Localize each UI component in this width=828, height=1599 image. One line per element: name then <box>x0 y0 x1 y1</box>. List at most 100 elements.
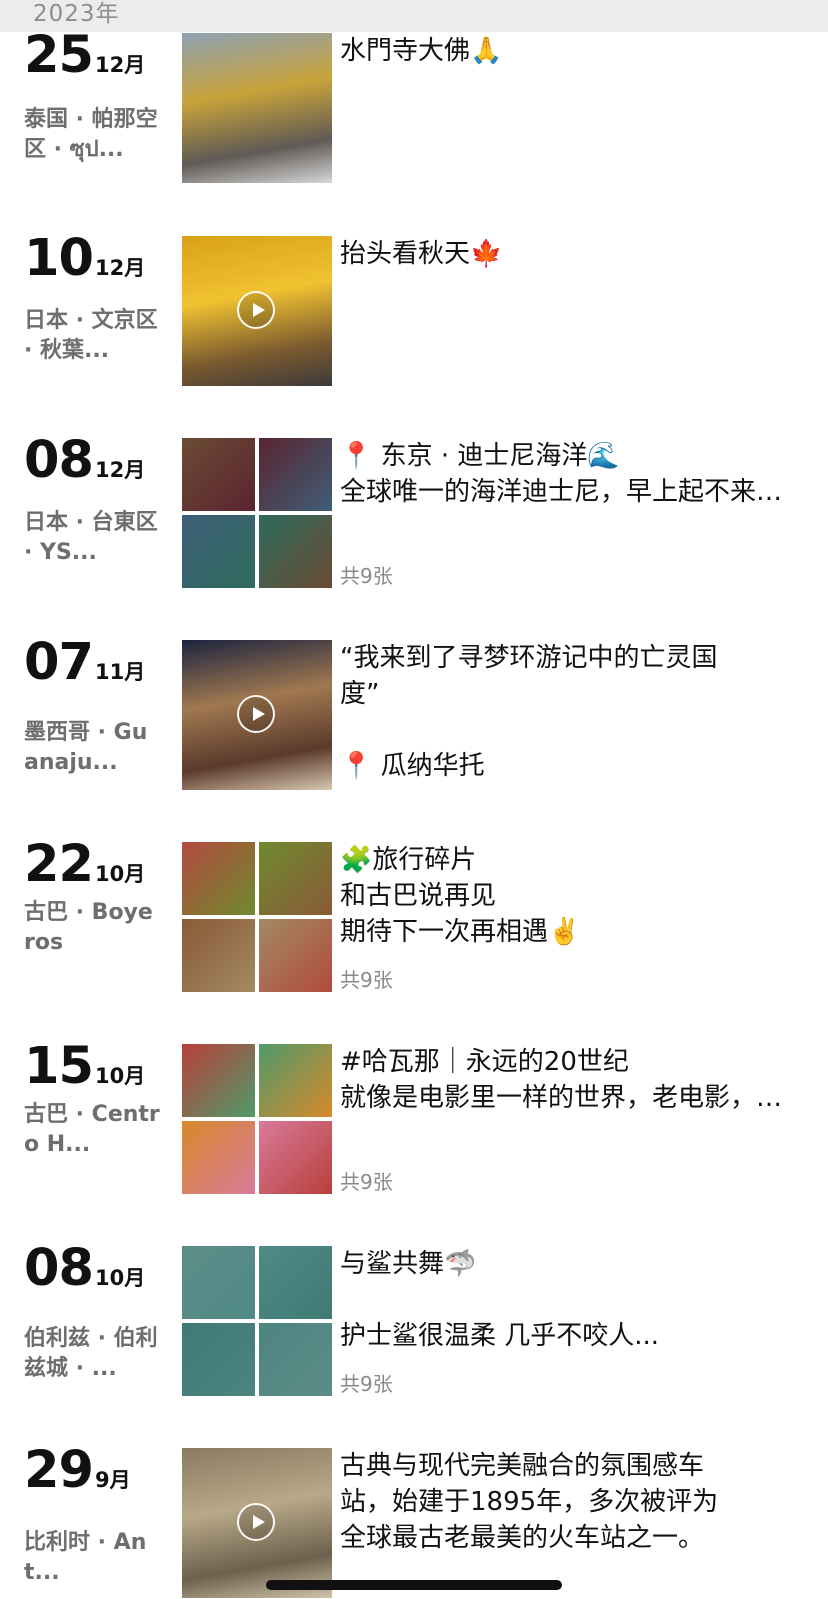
photo-count: 共9张 <box>340 564 393 588</box>
photo-tile[interactable] <box>182 515 255 588</box>
entry-month: 10月 <box>94 862 146 886</box>
entry-text-line: 站，始建于1895年，多次被评为 <box>340 1487 719 1517</box>
entry-text-line: 期待下一次再相遇✌️ <box>340 917 581 947</box>
entry-text-line: 🧩旅行碎片 <box>340 845 477 875</box>
entry-month: 11月 <box>94 660 146 684</box>
entry-location: 日本 · 文京区 · 秋葉... <box>24 308 158 363</box>
entry-month: 10月 <box>94 1266 146 1290</box>
play-icon[interactable] <box>237 291 275 329</box>
entry-text-line: 和古巴说再见 <box>340 881 497 911</box>
timeline-entry[interactable]: 0810月伯利兹 · 伯利兹城 · ... 与鲨共舞🦈 护士鲨很温柔 几乎不咬人.… <box>0 1243 828 1446</box>
photo-tile[interactable] <box>259 1044 332 1117</box>
photo-tile[interactable] <box>182 438 255 511</box>
entry-thumbnail[interactable] <box>182 33 332 183</box>
photo-tile[interactable] <box>259 842 332 915</box>
entry-day: 25 <box>24 26 94 85</box>
entry-date: 0812月 <box>24 435 146 486</box>
photo-tile[interactable] <box>259 1121 332 1194</box>
entry-month: 12月 <box>94 458 146 482</box>
entry-thumbnail[interactable] <box>182 842 332 992</box>
entry-location: 日本 · 台東区 · YS... <box>24 510 158 565</box>
entry-text-line: 与鲨共舞🦈 <box>340 1249 477 1279</box>
photo-tile[interactable] <box>259 1246 332 1319</box>
entry-text-line: 古典与现代完美融合的氛围感车 <box>340 1451 705 1481</box>
entry-day: 08 <box>24 1239 94 1298</box>
entry-text-line: 📍 瓜纳华托 <box>340 751 485 781</box>
entry-text-line: “我来到了寻梦环游记中的亡灵国 <box>340 643 718 673</box>
entry-date: 0810月 <box>24 1243 146 1294</box>
entry-day: 15 <box>24 1037 94 1096</box>
entry-text-line: 抬头看秋天🍁 <box>340 239 503 269</box>
play-icon[interactable] <box>237 1503 275 1541</box>
moments-timeline: 2023年 2512月 泰国 · 帕那空区 · ซุป... 水門寺大佛🙏 1012月… <box>0 0 828 1599</box>
entry-text: 水門寺大佛🙏 <box>340 33 802 69</box>
timeline-entry[interactable]: 0812月日本 · 台東区 · YS... 📍 东京 · 迪士尼海洋🌊 全球唯一的海… <box>0 435 828 638</box>
year-label: 2023年 <box>33 1 120 27</box>
play-icon[interactable] <box>237 695 275 733</box>
entry-day: 10 <box>24 229 94 288</box>
photo-tile[interactable] <box>182 842 255 915</box>
entry-day: 29 <box>24 1441 94 1500</box>
photo-tile[interactable] <box>259 438 332 511</box>
entry-text: 🧩旅行碎片和古巴说再见期待下一次再相遇✌️ <box>340 842 802 950</box>
photo-tile[interactable] <box>182 919 255 992</box>
photo-count: 共9张 <box>340 1170 393 1194</box>
entry-text: 抬头看秋天🍁 <box>340 236 802 272</box>
photo-tile[interactable] <box>182 1121 255 1194</box>
photo-count: 共9张 <box>340 968 393 992</box>
photo-tile[interactable] <box>182 1044 255 1117</box>
entry-day: 08 <box>24 431 94 490</box>
entry-location: 古巴 · Boyeros <box>24 900 153 955</box>
entry-thumbnail[interactable] <box>182 1044 332 1194</box>
timeline-entry[interactable]: 2512月泰国 · 帕那空区 · ซุป... 水門寺大佛🙏 <box>0 30 828 233</box>
year-header: 2023年 <box>0 0 828 32</box>
entry-thumbnail[interactable] <box>182 1246 332 1396</box>
entry-date: 1510月 <box>24 1041 146 1092</box>
entry-date: 1012月 <box>24 233 146 284</box>
photo-tile[interactable] <box>182 1323 255 1396</box>
entry-text-line: #哈瓦那｜永远的20世纪 <box>340 1047 629 1077</box>
entry-text-line: 度” <box>340 679 380 709</box>
timeline-entry[interactable]: 299月 比利时 · Ant... 古典与现代完美融合的氛围感车 站，始建于1895年… <box>0 1445 828 1599</box>
entry-text-line: 📍 东京 · 迪士尼海洋🌊 <box>340 441 620 471</box>
entry-text-line: 全球唯一的海洋迪士尼，早上起不来，还走错馆去了陆地，导致太... <box>340 477 802 507</box>
entry-thumbnail[interactable] <box>182 1448 332 1598</box>
entry-location: 泰国 · 帕那空区 · ซุป... <box>24 107 158 162</box>
entry-location: 墨西哥 · Guanaju... <box>24 720 148 775</box>
entry-day: 22 <box>24 835 94 894</box>
entry-month: 9月 <box>94 1468 131 1492</box>
photo-count: 共9张 <box>340 1372 393 1396</box>
entry-text: “我来到了寻梦环游记中的亡灵国 度” 📍 瓜纳华托 <box>340 640 802 784</box>
entry-location: 古巴 · Centro H... <box>24 1102 160 1157</box>
entry-month: 10月 <box>94 1064 146 1088</box>
entry-month: 12月 <box>94 256 146 280</box>
entry-text-line <box>340 1282 802 1318</box>
entry-text: 与鲨共舞🦈 护士鲨很温柔 几乎不咬人... <box>340 1246 802 1354</box>
photo-tile[interactable] <box>259 1323 332 1396</box>
timeline-entry[interactable]: 0711月墨西哥 · Guanaju... “我来到了寻梦环游记中的亡灵国 度” 📍… <box>0 637 828 840</box>
timeline-entry[interactable]: 2210月古巴 · Boyeros 🧩旅行碎片和古巴说再见期待下一次再相遇✌️ 共9… <box>0 839 828 1042</box>
entry-text-line <box>340 712 802 748</box>
entry-date: 2512月 <box>24 30 146 81</box>
entry-text: 古典与现代完美融合的氛围感车 站，始建于1895年，多次被评为 全球最古老最美的火车… <box>340 1448 802 1556</box>
entry-thumbnail[interactable] <box>182 438 332 588</box>
entry-day: 07 <box>24 633 94 692</box>
entry-text-line: 就像是电影里一样的世界，老电影，老音像的情怀似乎被凝结在... <box>340 1083 802 1113</box>
timeline-entry[interactable]: 1510月古巴 · Centro H... #哈瓦那｜永远的20世纪就像是电影里一… <box>0 1041 828 1244</box>
entry-date: 299月 <box>24 1445 131 1496</box>
entry-month: 12月 <box>94 53 146 77</box>
photo-tile[interactable] <box>259 919 332 992</box>
timeline-entry[interactable]: 1012月日本 · 文京区 · 秋葉... 抬头看秋天🍁 <box>0 233 828 436</box>
entry-date: 2210月 <box>24 839 146 890</box>
entry-location: 伯利兹 · 伯利兹城 · ... <box>24 1326 158 1381</box>
entry-thumbnail[interactable] <box>182 236 332 386</box>
entry-text: 📍 东京 · 迪士尼海洋🌊 全球唯一的海洋迪士尼，早上起不来，还走错馆去了陆地，导… <box>340 438 802 510</box>
entry-text: #哈瓦那｜永远的20世纪就像是电影里一样的世界，老电影，老音像的情怀似乎被凝结在… <box>340 1044 802 1116</box>
entry-text-line: 全球最古老最美的火车站之一。 <box>340 1523 705 1553</box>
entry-text-line: 护士鲨很温柔 几乎不咬人... <box>340 1321 660 1351</box>
entry-date: 0711月 <box>24 637 146 688</box>
entry-thumbnail[interactable] <box>182 640 332 790</box>
photo-tile[interactable] <box>259 515 332 588</box>
home-indicator[interactable] <box>266 1580 562 1590</box>
photo-tile[interactable] <box>182 1246 255 1319</box>
